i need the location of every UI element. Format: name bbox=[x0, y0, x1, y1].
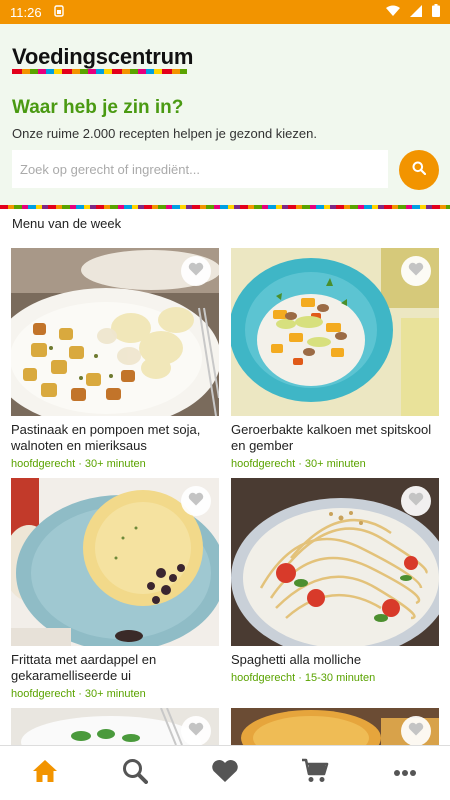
recipe-card[interactable] bbox=[231, 708, 439, 745]
recipe-meta: hoofdgerecht · 30+ minuten bbox=[231, 458, 366, 470]
cart-icon bbox=[301, 758, 329, 789]
recipe-card[interactable]: Geroerbakte kalkoen met spitskool en gem… bbox=[231, 248, 439, 470]
nav-search[interactable] bbox=[105, 751, 165, 795]
nav-favorites[interactable] bbox=[195, 751, 255, 795]
recipe-title: Pastinaak en pompoen met soja, walnoten … bbox=[11, 422, 201, 453]
favorite-button[interactable] bbox=[181, 716, 211, 745]
heart-icon bbox=[188, 722, 204, 741]
recipe-category: hoofdgerecht bbox=[231, 458, 296, 470]
heart-icon bbox=[188, 492, 204, 511]
nav-home[interactable] bbox=[15, 751, 75, 795]
recipe-image bbox=[11, 708, 219, 745]
recipe-image bbox=[231, 708, 439, 745]
recipe-image bbox=[11, 478, 219, 646]
recipe-image bbox=[11, 248, 219, 416]
favorite-button[interactable] bbox=[401, 486, 431, 516]
status-time: 11:26 bbox=[10, 4, 42, 20]
status-bar: 11:26 bbox=[0, 0, 450, 24]
greeting-subtitle: Onze ruime 2.000 recepten helpen je gezo… bbox=[12, 126, 317, 141]
decorative-color-bar bbox=[0, 205, 450, 209]
search-button[interactable] bbox=[399, 150, 439, 190]
favorite-button[interactable] bbox=[401, 256, 431, 286]
battery-icon bbox=[432, 4, 440, 20]
heart-icon bbox=[211, 759, 239, 788]
wifi-icon bbox=[386, 5, 400, 20]
search-input[interactable] bbox=[12, 150, 388, 188]
favorite-button[interactable] bbox=[181, 486, 211, 516]
bottom-navigation bbox=[0, 745, 450, 800]
recipe-meta: hoofdgerecht · 30+ minuten bbox=[11, 458, 146, 470]
greeting-heading: Waar heb je zin in? bbox=[12, 97, 184, 118]
recipe-category: hoofdgerecht bbox=[11, 458, 76, 470]
recipe-image bbox=[231, 478, 439, 646]
recipe-time: 15-30 minuten bbox=[304, 672, 376, 684]
nav-more[interactable] bbox=[375, 751, 435, 795]
signal-icon bbox=[410, 4, 422, 20]
recipe-category: hoofdgerecht bbox=[231, 672, 296, 684]
recipe-time: 30+ minuten bbox=[84, 688, 146, 700]
brand-logo: Voedingscentrum bbox=[12, 44, 194, 69]
search-icon bbox=[412, 161, 427, 180]
section-title: Menu van de week bbox=[12, 216, 122, 231]
favorite-button[interactable] bbox=[401, 716, 431, 745]
recipe-meta: hoofdgerecht · 30+ minuten bbox=[11, 688, 146, 700]
home-icon bbox=[32, 759, 58, 788]
more-icon bbox=[393, 764, 417, 782]
recipe-meta: hoofdgerecht · 15-30 minuten bbox=[231, 672, 376, 684]
recipe-title: Geroerbakte kalkoen met spitskool en gem… bbox=[231, 422, 432, 453]
favorite-button[interactable] bbox=[181, 256, 211, 286]
recipe-card[interactable]: Frittata met aardappel en gekaramellisee… bbox=[11, 478, 219, 700]
nav-shopping-list[interactable] bbox=[285, 751, 345, 795]
recipe-time: 30+ minuten bbox=[304, 458, 366, 470]
brand-stripe bbox=[12, 69, 187, 74]
recipe-card[interactable]: Spaghetti alla molliche hoofdgerecht · 15-… bbox=[231, 478, 439, 684]
search-icon bbox=[122, 758, 148, 789]
heart-icon bbox=[408, 492, 424, 511]
heart-icon bbox=[408, 722, 424, 741]
header: Voedingscentrum Waar heb je zin in? Onze… bbox=[0, 24, 450, 205]
recipe-time: 30+ minuten bbox=[84, 458, 146, 470]
recipe-image bbox=[231, 248, 439, 416]
recipe-title: Frittata met aardappel en gekaramellisee… bbox=[11, 652, 157, 683]
recipe-title: Spaghetti alla molliche bbox=[231, 652, 362, 667]
recipe-card[interactable]: Pastinaak en pompoen met soja, walnoten … bbox=[11, 248, 219, 470]
heart-icon bbox=[188, 262, 204, 281]
heart-icon bbox=[408, 262, 424, 281]
recipe-category: hoofdgerecht bbox=[11, 688, 76, 700]
sim-icon bbox=[53, 4, 64, 20]
recipe-card[interactable] bbox=[11, 708, 219, 745]
